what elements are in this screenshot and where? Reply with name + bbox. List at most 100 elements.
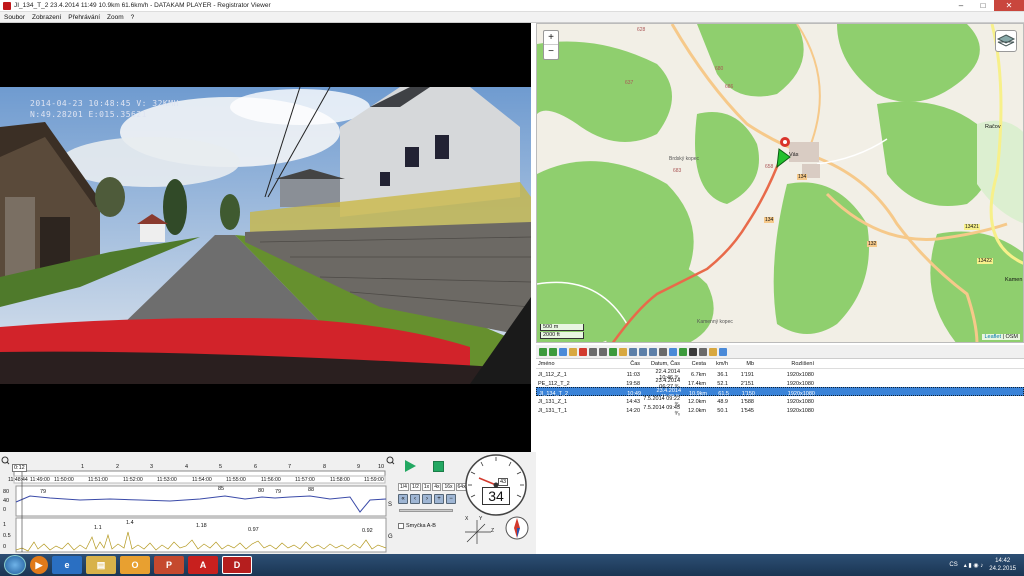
ab-loop-checkbox[interactable] [398,523,404,529]
speed-peak-label: 79 [275,489,282,495]
office-icon[interactable]: O [120,556,150,574]
menu-zoom[interactable]: Zoom [107,14,124,21]
bottom-panel: 0 1 2 3 4 5 6 7 8 9 10 0:12 11:48:44 11:… [0,452,536,554]
leaflet-link[interactable]: Leaflet [984,334,1001,340]
language-indicator[interactable]: CS [949,562,957,568]
table-row[interactable]: JI_112_Z_1 11:03 22.4.2014 10:46 ⁰⁄₀ 6.7km 3… [536,369,1024,381]
table-row-selected[interactable]: JI_134_T_2 10:49 23.4.2014 11:49 ⁰⁄₀ 10.9km… [536,387,1024,400]
back-icon[interactable] [619,347,627,356]
start-button[interactable] [4,555,26,575]
ab-loop-option[interactable]: Smyčka A-B [398,523,436,529]
print-icon[interactable] [599,347,607,356]
explorer-icon[interactable]: ▤ [86,556,116,574]
system-tray: CS ▴ ▮ ◉ ♪ 14:42 24.2.2015 [949,556,1016,574]
stop-button[interactable] [433,461,444,472]
speed-peak-label: 85 [218,486,225,492]
speed-4x[interactable]: 4x [432,483,442,491]
menu-prehravani[interactable]: Přehrávání [68,14,100,21]
copy-icon[interactable] [569,347,577,356]
ie-icon[interactable]: e [52,556,82,574]
map-layers-icon[interactable] [995,30,1017,52]
frame-controls: « ‹ › + − [398,494,456,504]
timeline-panel: 0 1 2 3 4 5 6 7 8 9 10 0:12 11:48:44 11:… [0,452,395,554]
globe-icon[interactable] [659,347,667,356]
info-icon[interactable] [699,347,707,356]
forward-icon[interactable] [609,347,617,356]
timeline-ruler: 0 1 2 3 4 5 6 7 8 9 10 [14,464,385,470]
speed-peak-label: 88 [308,487,315,493]
menu-help[interactable]: ? [131,14,135,21]
import-icon[interactable] [639,347,647,356]
acrobat-icon[interactable]: A [188,556,218,574]
video-frame [0,87,531,384]
folder-icon[interactable] [709,347,717,356]
view-icon[interactable] [669,347,677,356]
speed-16x[interactable]: 16x [442,483,455,491]
video-player[interactable]: 2014-04-23 10:48:45 V: 32KMH N:49.28201 … [0,23,531,452]
speed-unit: S [388,502,393,508]
save-icon[interactable] [589,347,597,356]
volume-slider[interactable] [399,509,453,512]
speed-1x[interactable]: 1x [421,483,432,491]
tray-icons[interactable]: ▴ ▮ ◉ ♪ [964,562,984,569]
link-icon[interactable] [719,347,727,356]
accel-label-x: X [465,516,469,522]
col-time[interactable]: Čas [622,361,642,367]
app-icon[interactable] [3,1,11,10]
table-row[interactable]: PE_112_T_2 19:58 23.4.2014 06:27 ⁰⁄₀ 17.4km… [536,378,1024,390]
remove-icon[interactable] [549,347,557,356]
menu-zobrazeni[interactable]: Zobrazení [32,14,61,21]
col-datetime[interactable]: Datum, Čas [642,361,682,367]
col-speed[interactable]: km/h [708,361,730,367]
minimize-button[interactable]: ‒ [950,0,972,11]
map-zoom-in-button[interactable]: + [544,31,558,45]
play-button[interactable] [405,460,416,472]
refresh-icon[interactable] [559,347,567,356]
menu-soubor[interactable]: Soubor [4,14,25,21]
g-peak-label: 1.1 [94,525,102,531]
zoom-in-icon[interactable]: + [434,494,444,504]
map-icon[interactable] [679,347,687,356]
speed-peak-label: 80 [258,488,265,494]
maximize-button[interactable]: □ [972,0,994,11]
close-button[interactable]: ✕ [994,0,1024,11]
map-road-label: 134 [797,174,808,180]
col-resolution[interactable]: Rozlišení [756,361,816,367]
delete-icon[interactable] [579,347,587,356]
accel-label-y: Y [479,516,483,522]
speed-1-4[interactable]: 1/4 [398,483,409,491]
datakam-task-icon[interactable]: D [222,556,252,574]
col-name[interactable]: Jméno [538,361,622,367]
frame-forward-icon[interactable]: › [422,494,432,504]
export-icon[interactable] [629,347,637,356]
col-distance[interactable]: Cesta [682,361,708,367]
g-peak-label: 1.18 [196,523,207,529]
map-road-label: 13421 [964,224,980,230]
col-size[interactable]: Mb [730,361,756,367]
map-scale-metric: 500 m [540,324,584,331]
clock[interactable]: 14:42 24.2.2015 [989,557,1016,573]
table-row[interactable]: JI_131_Z_1 14:43 7.5.2014 09:22 ⁰⁄₀ 12.0km 4… [536,396,1024,408]
frame-back-icon[interactable]: ‹ [410,494,420,504]
speed-readout: 34 [482,487,510,505]
speed-1-2[interactable]: 1/2 [409,483,421,491]
zoom-out-icon[interactable]: − [446,494,456,504]
powerpoint-icon[interactable]: P [154,556,184,574]
map-label-hill1: Brdský kopec [669,156,700,162]
taskbar: ▶ e ▤ O P A D CS ▴ ▮ ◉ ♪ 14:42 24.2.2015 [0,554,1024,576]
settings-icon[interactable] [649,347,657,356]
accel-label-z: Z [491,528,495,534]
g-peak-label: 0.97 [248,527,259,533]
odometer-readout: 43 [498,478,509,486]
map-zoom-out-button[interactable]: − [544,45,558,59]
film-icon[interactable] [689,347,697,356]
media-player-icon[interactable]: ▶ [30,556,48,574]
add-icon[interactable] [539,347,547,356]
map-elevation: 637 [625,80,634,86]
rewind-icon[interactable]: « [398,494,408,504]
g-peak-label: 1.4 [126,520,134,526]
map-elevation: 658 [765,164,774,170]
map-view[interactable]: + − Vás Račov Kamen Brdský kopec Kamenný… [536,23,1024,343]
video-overlay-coords: N:49.28201 E:015.35621 [30,110,147,119]
table-row[interactable]: JI_131_T_1 14:20 7.5.2014 09:45 ⁰⁄₀ 12.0km 5… [536,405,1024,417]
